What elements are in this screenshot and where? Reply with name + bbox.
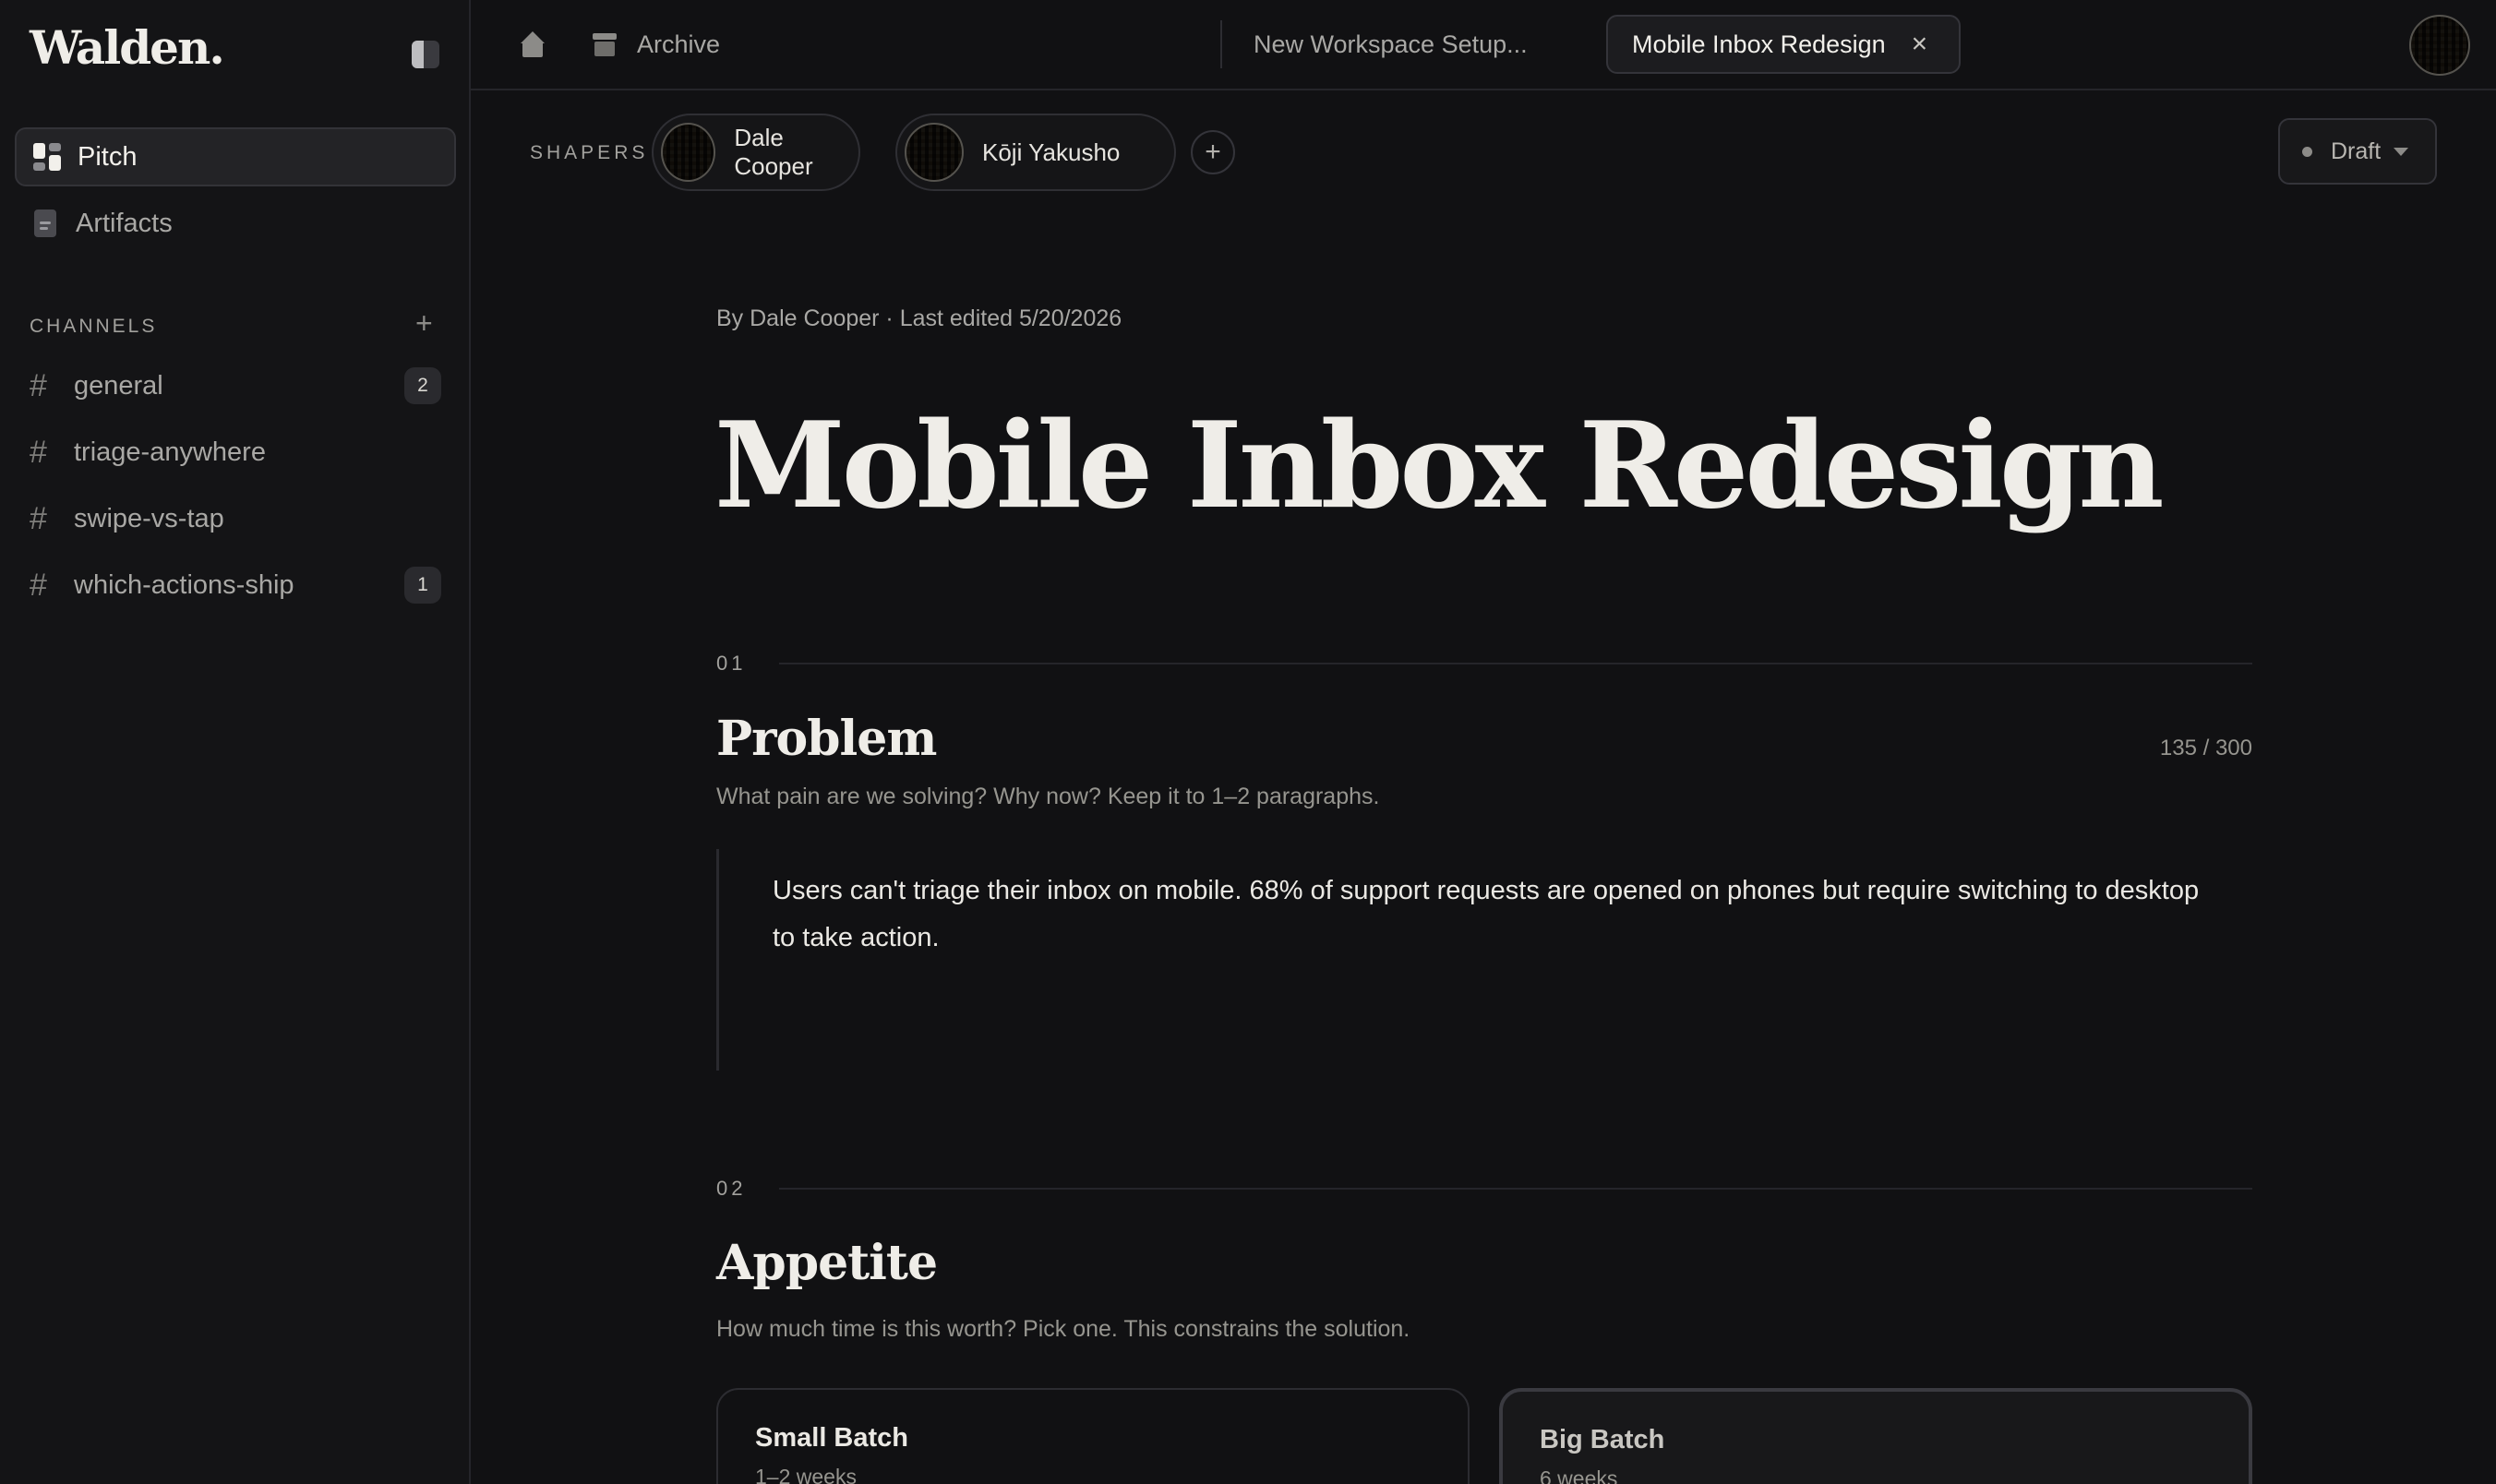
add-channel-button[interactable]: +: [415, 308, 433, 338]
app-window: Walden. Pitch Artifacts CHANNELS + # gen…: [0, 0, 2496, 1484]
tab-label: Mobile Inbox Redesign: [1632, 30, 1886, 58]
unread-badge: 2: [404, 367, 441, 404]
tab-mobile-inbox-redesign[interactable]: Mobile Inbox Redesign ×: [1606, 15, 1962, 74]
tab-divider: [1220, 20, 1222, 68]
unread-badge: 1: [404, 567, 441, 604]
tab-bar: Archive New Workspace Setup... Mobile In…: [471, 0, 2496, 90]
tab-archive[interactable]: Archive: [593, 20, 720, 68]
section-number: 02: [716, 1177, 747, 1200]
document-icon: [34, 209, 56, 237]
hash-icon: #: [30, 567, 47, 603]
archive-icon: [593, 31, 617, 57]
nav-item-artifacts[interactable]: Artifacts: [15, 194, 456, 253]
nav-item-label: Artifacts: [76, 208, 173, 238]
hash-icon: #: [30, 434, 47, 470]
close-icon[interactable]: ×: [1912, 30, 1928, 58]
channel-item-general[interactable]: # general 2: [30, 360, 441, 412]
section-number: 01: [716, 652, 747, 675]
option-duration: 1–2 weeks: [755, 1465, 857, 1484]
home-icon[interactable]: [519, 31, 546, 59]
status-dot-icon: [2302, 146, 2312, 157]
section-hint: What pain are we solving? Why now? Keep …: [716, 784, 1380, 809]
user-avatar[interactable]: [2409, 15, 2470, 76]
document-title[interactable]: Mobile Inbox Redesign: [714, 397, 2164, 535]
tab-label: Archive: [637, 30, 721, 58]
appetite-option-big-batch[interactable]: Big Batch 6 weeks: [1499, 1388, 2252, 1484]
shaper-name: Kōji Yakusho: [982, 138, 1121, 166]
avatar: [661, 123, 716, 182]
channel-item-triage-anywhere[interactable]: # triage-anywhere: [30, 426, 441, 478]
channels-heading: CHANNELS: [30, 316, 158, 337]
section-hint: How much time is this worth? Pick one. T…: [716, 1316, 1410, 1342]
problem-text-editor[interactable]: Users can't triage their inbox on mobile…: [716, 849, 2252, 1071]
document-byline: By Dale Cooper · Last edited 5/20/2026: [716, 305, 1122, 331]
shaper-chip-dale-cooper[interactable]: Dale Cooper: [652, 114, 860, 191]
shaper-name: Dale Cooper: [734, 124, 813, 180]
option-name: Big Batch: [1540, 1425, 1665, 1454]
channel-label: swipe-vs-tap: [74, 503, 224, 533]
hash-icon: #: [30, 500, 47, 536]
section-divider: [779, 663, 2252, 664]
section-title-problem: Problem: [716, 711, 937, 767]
main-content: Archive New Workspace Setup... Mobile In…: [471, 0, 2496, 1484]
tab-new-workspace-setup[interactable]: New Workspace Setup...: [1254, 20, 1528, 68]
app-logo: Walden.: [30, 20, 225, 75]
channel-label: triage-anywhere: [74, 437, 266, 467]
nav-item-label: Pitch: [78, 141, 138, 172]
channel-item-which-actions-ship[interactable]: # which-actions-ship 1: [30, 559, 441, 611]
section-divider: [779, 1188, 2252, 1190]
channel-label: general: [74, 370, 163, 401]
option-name: Small Batch: [755, 1423, 908, 1453]
option-duration: 6 weeks: [1540, 1466, 1618, 1484]
character-counter: 135 / 300: [2159, 736, 2252, 760]
add-shaper-button[interactable]: +: [1191, 130, 1235, 174]
nav-item-pitch[interactable]: Pitch: [15, 127, 456, 186]
shaper-chip-koji-yakusho[interactable]: Kōji Yakusho: [895, 114, 1176, 191]
status-label: Draft: [2331, 138, 2382, 164]
section-title-appetite: Appetite: [716, 1235, 938, 1291]
sidebar: Walden. Pitch Artifacts CHANNELS + # gen…: [0, 0, 471, 1484]
sidebar-toggle-icon[interactable]: [412, 41, 439, 68]
channel-label: which-actions-ship: [74, 569, 294, 600]
tab-label: New Workspace Setup...: [1254, 30, 1528, 58]
avatar: [905, 123, 964, 182]
channel-item-swipe-vs-tap[interactable]: # swipe-vs-tap: [30, 493, 441, 545]
appetite-option-small-batch[interactable]: Small Batch 1–2 weeks: [716, 1388, 1470, 1484]
status-dropdown[interactable]: Draft: [2278, 118, 2437, 185]
hash-icon: #: [30, 367, 47, 403]
problem-text: Users can't triage their inbox on mobile…: [773, 876, 2200, 952]
grid-icon: [33, 143, 61, 171]
chevron-down-icon: [2394, 147, 2409, 156]
shapers-label: SHAPERS: [530, 142, 649, 163]
